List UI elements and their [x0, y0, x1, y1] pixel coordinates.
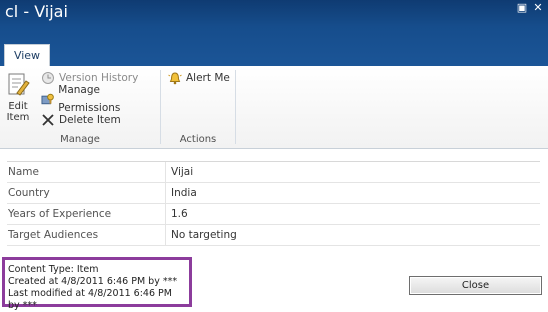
- maximize-icon[interactable]: ▣: [515, 2, 529, 14]
- edit-item-label-line2: Item: [6, 112, 30, 123]
- alert-me-label: Alert Me: [186, 72, 230, 84]
- field-row: Target Audiences No targeting: [7, 225, 540, 246]
- close-button[interactable]: Close: [409, 276, 542, 295]
- alert-me-button[interactable]: Alert Me: [168, 69, 230, 87]
- field-label: Country: [7, 183, 166, 203]
- edit-item-button[interactable]: Edit Item: [4, 72, 32, 123]
- edit-item-icon: [8, 73, 30, 96]
- delete-item-button[interactable]: Delete Item: [41, 111, 121, 129]
- field-value: No targeting: [171, 229, 237, 241]
- field-row: Years of Experience 1.6: [7, 204, 540, 225]
- edit-item-label-line1: Edit: [8, 101, 28, 112]
- item-fields-table: Name Vijai Country India Years of Experi…: [7, 161, 540, 246]
- close-icon[interactable]: ✕: [531, 2, 545, 14]
- field-value: Vijai: [171, 166, 194, 178]
- tab-view[interactable]: View: [4, 44, 50, 67]
- field-label: Name: [7, 162, 166, 182]
- field-label: Target Audiences: [7, 225, 166, 245]
- item-metadata-box: Content Type: Item Created at 4/8/2011 6…: [2, 257, 192, 311]
- dialog-titlebar: cl - Vijai ▣ ✕ View: [0, 0, 548, 67]
- field-value: 1.6: [171, 208, 188, 220]
- delete-x-icon: [42, 114, 54, 126]
- modified-text: Last modified at 4/8/2011 6:46 PM by ***: [8, 288, 172, 311]
- field-row: Name Vijai: [7, 162, 540, 183]
- ribbon-group-actions: Alert Me Actions: [161, 66, 235, 148]
- ribbon: Edit Item Version History Manage Permiss…: [0, 66, 548, 149]
- dialog-title: cl - Vijai: [5, 2, 68, 21]
- manage-permissions-button[interactable]: Manage Permissions: [41, 84, 160, 114]
- field-label: Years of Experience: [7, 204, 166, 224]
- content-type-text: Content Type: Item: [8, 264, 99, 275]
- delete-item-label: Delete Item: [59, 114, 121, 126]
- field-row: Country India: [7, 183, 540, 204]
- created-text: Created at 4/8/2011 6:46 PM by ***: [8, 276, 178, 287]
- ribbon-group-manage: Edit Item Version History Manage Permiss…: [0, 66, 160, 148]
- field-value: India: [171, 187, 197, 199]
- manage-permissions-icon: [41, 93, 54, 105]
- manage-group-label: Manage: [60, 134, 100, 145]
- version-history-icon: [42, 72, 54, 84]
- alert-bell-icon: [168, 72, 182, 85]
- ribbon-divider: [235, 70, 236, 144]
- actions-group-label: Actions: [179, 134, 217, 145]
